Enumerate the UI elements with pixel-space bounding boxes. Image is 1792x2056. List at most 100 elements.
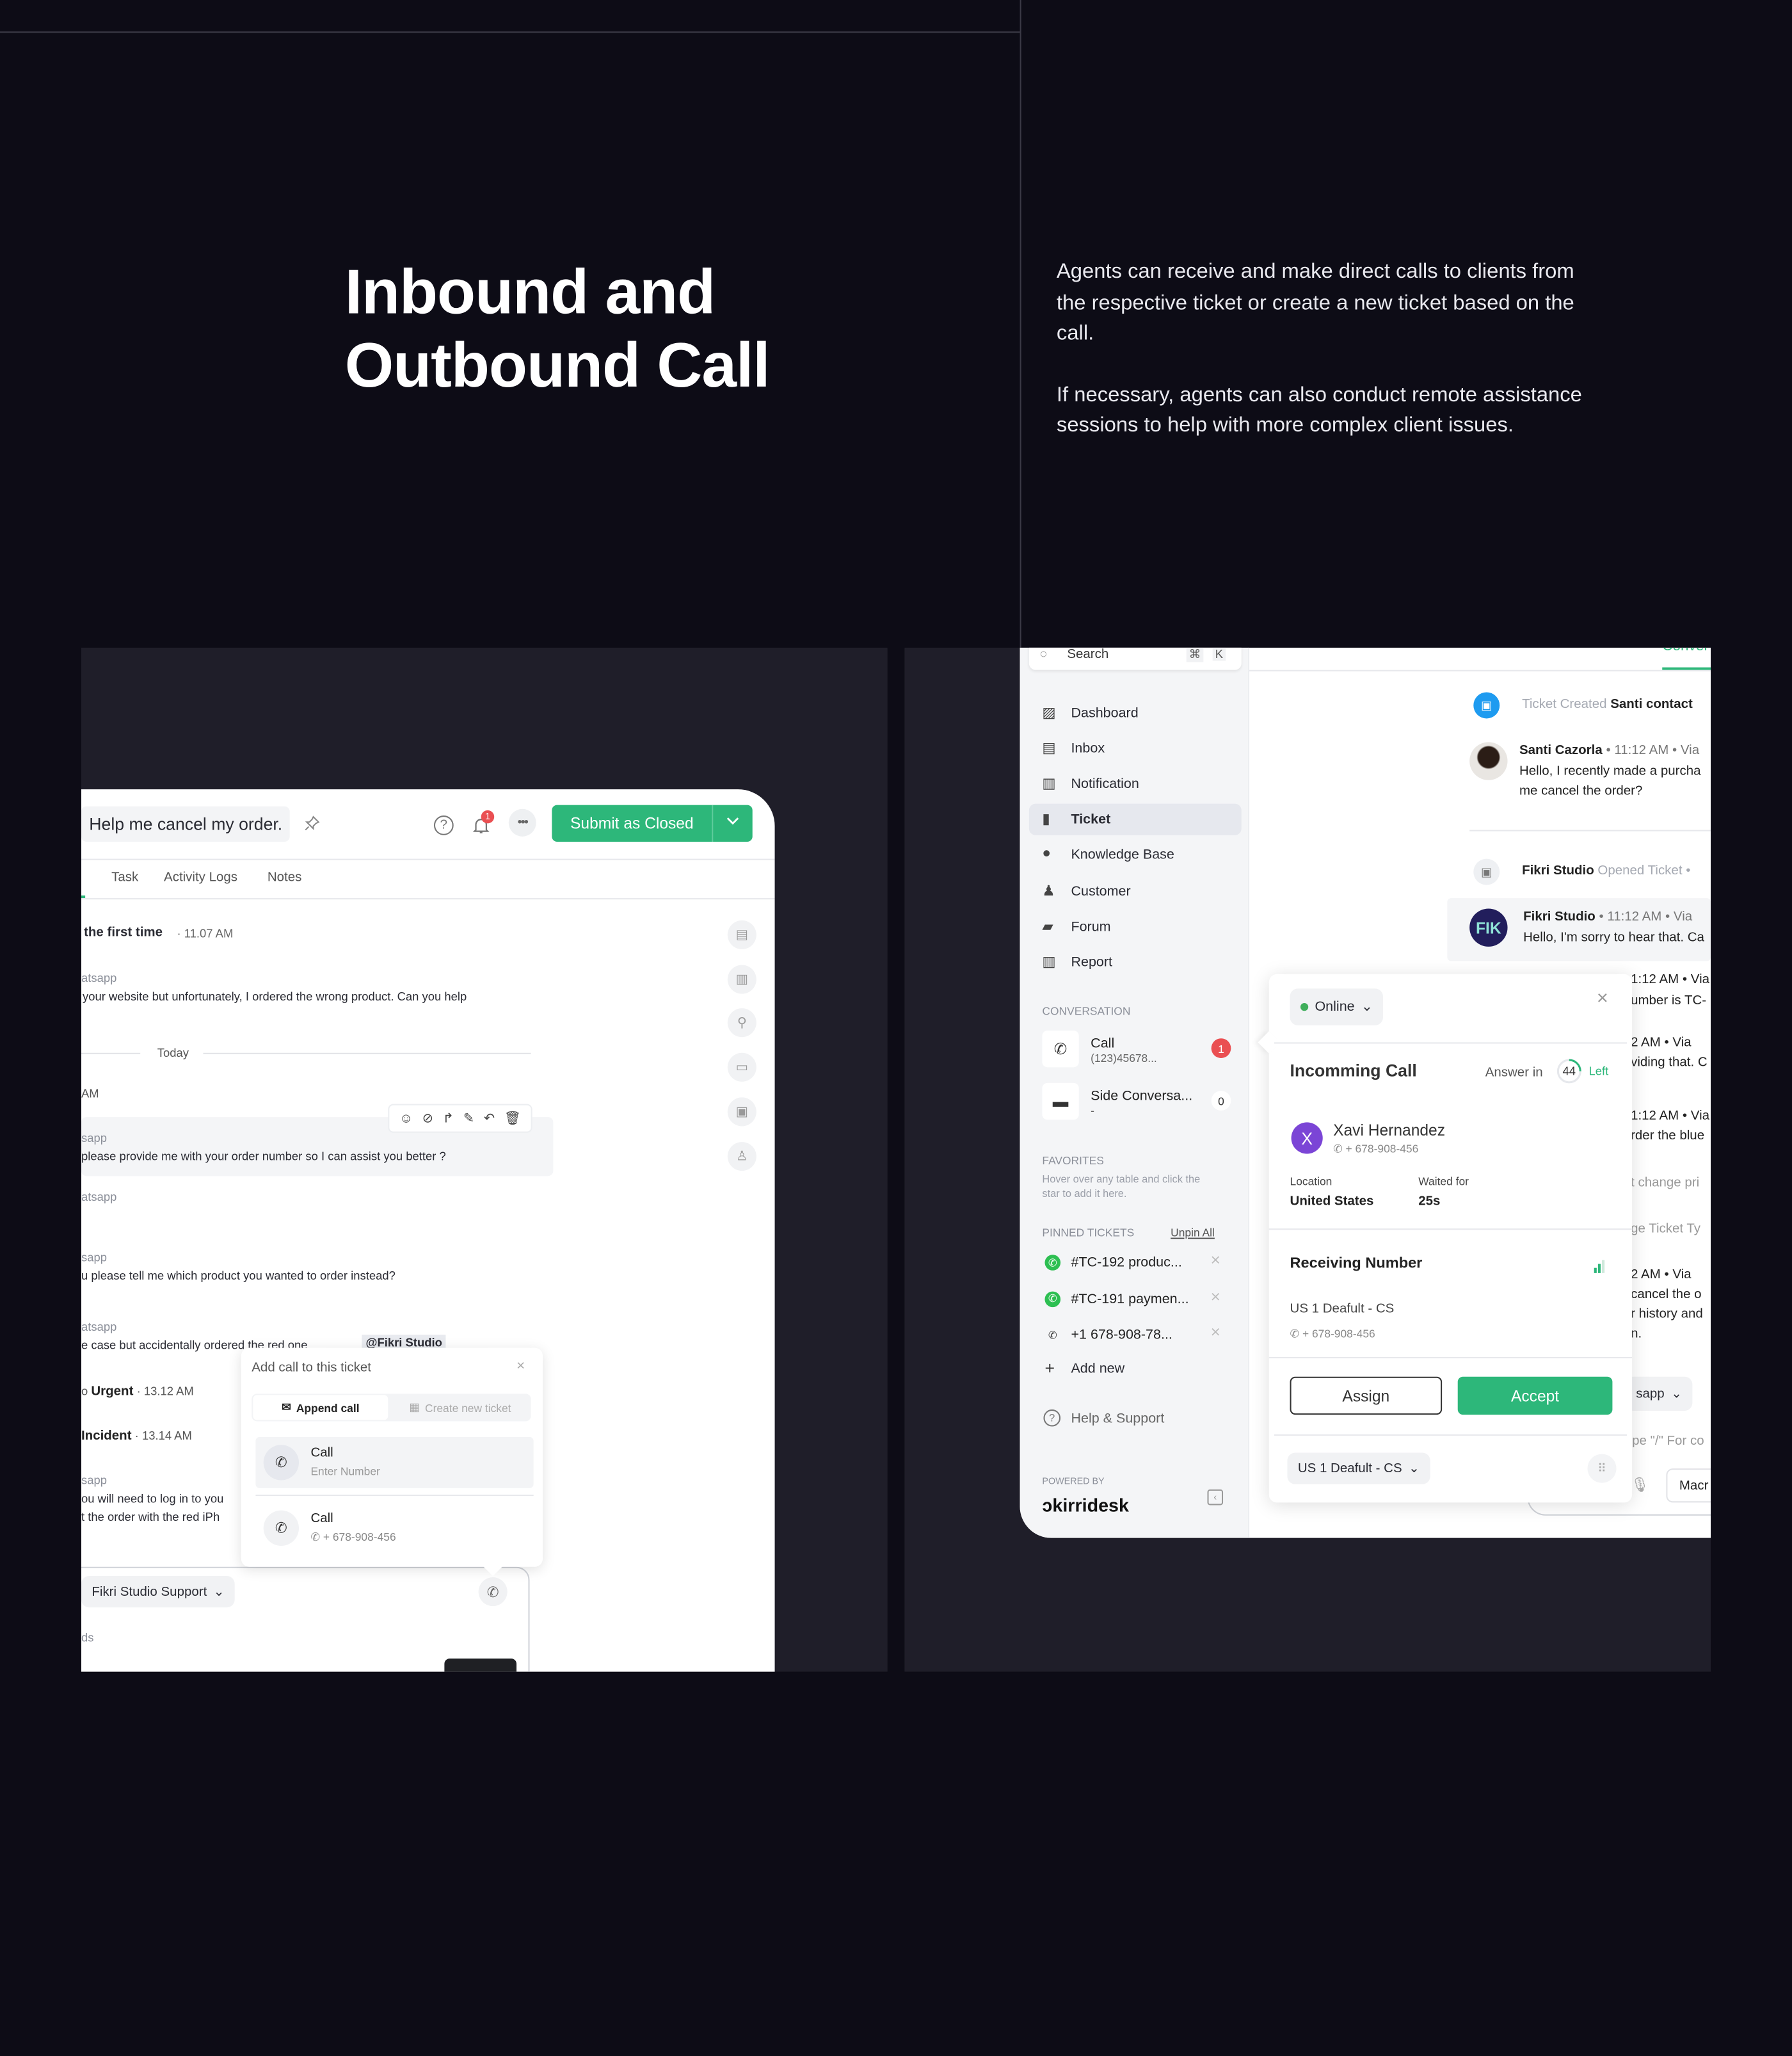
sidebar-item-notification[interactable]: ▥ Notification xyxy=(1029,769,1242,800)
sidebar-item-customer[interactable]: ♟ Customer xyxy=(1029,875,1242,906)
search-icon: ○ xyxy=(1039,647,1048,663)
hero-title-line: Inbound and xyxy=(344,258,716,328)
type-value: Incident xyxy=(81,1429,132,1444)
conversation-item[interactable]: ▬ Side Conversa... - 0 xyxy=(1042,1082,1232,1120)
sidebar-item-knowledge-base[interactable]: ● Knowledge Base xyxy=(1029,840,1242,871)
priority-value: Urgent xyxy=(91,1385,134,1399)
more-button[interactable]: ••• xyxy=(508,808,536,837)
accept-button[interactable]: Accept xyxy=(1457,1376,1613,1415)
divider xyxy=(1469,830,1711,831)
call-option-row[interactable]: ✆ Call Enter Number xyxy=(255,1436,534,1488)
close-icon[interactable]: × xyxy=(516,1358,525,1374)
knowledge-icon[interactable]: ▥ xyxy=(727,965,756,994)
search-input[interactable]: ○ Search ⌘ K xyxy=(1028,647,1242,670)
contact-card-icon[interactable]: ▣ xyxy=(727,1097,756,1127)
sidebar-item-ticket[interactable]: ▮ Ticket xyxy=(1028,804,1242,836)
ticket-title-input[interactable]: Help me cancel my order. xyxy=(81,806,291,842)
help-support-link[interactable]: Help & Support xyxy=(1071,1411,1164,1427)
outbound-call-button[interactable]: ✆ xyxy=(478,1577,508,1607)
pin-icon[interactable] xyxy=(303,814,321,833)
submit-label: Submit as Closed xyxy=(570,814,694,833)
avatar xyxy=(1469,742,1508,780)
help-icon[interactable]: ? xyxy=(433,815,454,835)
unpin-all-link[interactable]: Unpin All xyxy=(1171,1226,1215,1239)
caller-phone: + 678-908-456 xyxy=(1345,1142,1419,1155)
sidebar-item-forum[interactable]: ▰ Forum xyxy=(1029,911,1242,942)
pinned-ticket[interactable]: #TC-192 produc... xyxy=(1071,1255,1181,1271)
message-text: t the order with the red iPh xyxy=(81,1510,220,1524)
bulb-icon: ● xyxy=(1042,846,1052,862)
tab-activity-logs[interactable]: Activity Logs xyxy=(164,871,237,885)
signal-icon xyxy=(1594,1260,1605,1273)
ticket-info-icon[interactable]: ▤ xyxy=(727,920,756,949)
unpin-icon[interactable]: ⨯ xyxy=(1210,1253,1221,1268)
line-select[interactable]: US 1 Deafult - CS ⌄ xyxy=(1287,1452,1430,1484)
pinned-ticket[interactable]: #TC-191 paymen... xyxy=(1071,1291,1188,1307)
status-select[interactable]: Online ⌄ xyxy=(1290,988,1384,1025)
whatsapp-icon: ✆ xyxy=(1044,1255,1061,1271)
user-list-icon[interactable]: ♙ xyxy=(727,1142,756,1171)
waited-value: 25s xyxy=(1418,1194,1441,1209)
inbox-select[interactable]: Fikri Studio Support ⌄ xyxy=(81,1576,236,1608)
enter-number-input[interactable]: Enter Number xyxy=(310,1465,380,1477)
waited-label: Waited for xyxy=(1418,1175,1469,1188)
unpin-icon[interactable]: ⨯ xyxy=(1210,1326,1221,1340)
submit-as-closed-button[interactable]: Submit as Closed xyxy=(552,805,753,842)
divider xyxy=(0,31,1020,33)
chevron-down-icon[interactable] xyxy=(725,813,741,829)
pinned-ticket[interactable]: +1 678-908-78... xyxy=(1071,1327,1172,1343)
workflow-icon[interactable]: ⚲ xyxy=(727,1008,756,1038)
page: Inbound and Outbound Call Agents can rec… xyxy=(0,0,1792,2056)
forward-icon[interactable]: ↱ xyxy=(443,1111,454,1126)
assign-button[interactable]: Assign xyxy=(1290,1376,1443,1415)
append-call-tab[interactable]: ✉ Append call xyxy=(253,1395,388,1420)
event-label: Ticket Created xyxy=(1522,697,1607,712)
send-button[interactable] xyxy=(444,1658,517,1672)
tab-conversation[interactable]: Conver xyxy=(1662,648,1709,654)
message-text: me cancel the order? xyxy=(1519,783,1643,799)
conversation-subtitle: - xyxy=(1091,1104,1095,1118)
emoji-add-icon[interactable]: ☺ xyxy=(399,1111,413,1126)
message-fragment: ge Ticket Ty xyxy=(1631,1222,1701,1237)
receiving-line-name: US 1 Deafult - CS xyxy=(1290,1301,1395,1317)
brand-name: kirridesk xyxy=(1052,1495,1129,1516)
conversation-item[interactable]: ✆ Call (123)45678... 1 xyxy=(1042,1030,1232,1068)
divider xyxy=(1249,670,1711,671)
message-text: Hello, I recently made a purcha xyxy=(1519,764,1701,779)
reply-icon[interactable]: ↶ xyxy=(484,1111,495,1126)
close-icon[interactable]: × xyxy=(1597,987,1608,1009)
sidebar-item-label: Dashboard xyxy=(1071,705,1139,721)
trash-icon[interactable]: 🗑 xyxy=(504,1111,521,1126)
sidebar-item-report[interactable]: ▥ Report xyxy=(1029,946,1242,977)
message-actions-toolbar: ☺ ⊘ ↱ ✎ ↶ 🗑 xyxy=(388,1104,532,1133)
conversation-title: Call xyxy=(1091,1036,1115,1052)
pin-icon[interactable]: ✎ xyxy=(463,1111,474,1126)
create-new-ticket-tab[interactable]: ▦ Create new ticket xyxy=(390,1395,529,1420)
dialpad-icon[interactable]: ⠿ xyxy=(1587,1454,1617,1483)
report-icon: ▥ xyxy=(1042,954,1056,970)
powered-by-label: POWERED BY xyxy=(1042,1477,1105,1487)
call-option-row[interactable]: ✆ Call ✆ + 678-908-456 xyxy=(255,1502,533,1555)
chevron-down-icon: ⌄ xyxy=(1408,1461,1420,1476)
collapse-sidebar-icon[interactable]: ‹ xyxy=(1207,1489,1224,1506)
event-actor: Fikri Studio xyxy=(1522,863,1594,879)
location-value: United States xyxy=(1290,1194,1374,1209)
shortcut-key: ⌘ xyxy=(1186,647,1204,663)
app-window: ○ Search ⌘ K ▨ Dashboard ▤ Inbox ▥ Notificati… xyxy=(1020,647,1711,1538)
add-new-button[interactable]: Add new xyxy=(1071,1361,1124,1377)
search-placeholder: Search xyxy=(1067,647,1109,663)
conversation-title: Side Conversa... xyxy=(1091,1088,1193,1104)
message-text: Hello, I'm sorry to hear that. Ca xyxy=(1523,931,1704,945)
channel-select[interactable]: sapp ⌄ xyxy=(1625,1376,1693,1411)
chat-icon[interactable]: ▭ xyxy=(727,1052,756,1082)
tab-notes[interactable]: Notes xyxy=(268,871,302,885)
sender-name: Santi Cazorla xyxy=(1519,743,1603,758)
message-channel: sapp xyxy=(81,1474,108,1487)
sidebar-item-inbox[interactable]: ▤ Inbox xyxy=(1029,733,1242,764)
unpin-icon[interactable]: ⨯ xyxy=(1210,1290,1221,1305)
tab-task[interactable]: Task xyxy=(111,871,138,885)
event-text: o xyxy=(81,1385,92,1398)
message-fragment: t change pri xyxy=(1631,1176,1700,1191)
link-icon[interactable]: ⊘ xyxy=(422,1111,433,1126)
sidebar-item-dashboard[interactable]: ▨ Dashboard xyxy=(1029,698,1242,729)
